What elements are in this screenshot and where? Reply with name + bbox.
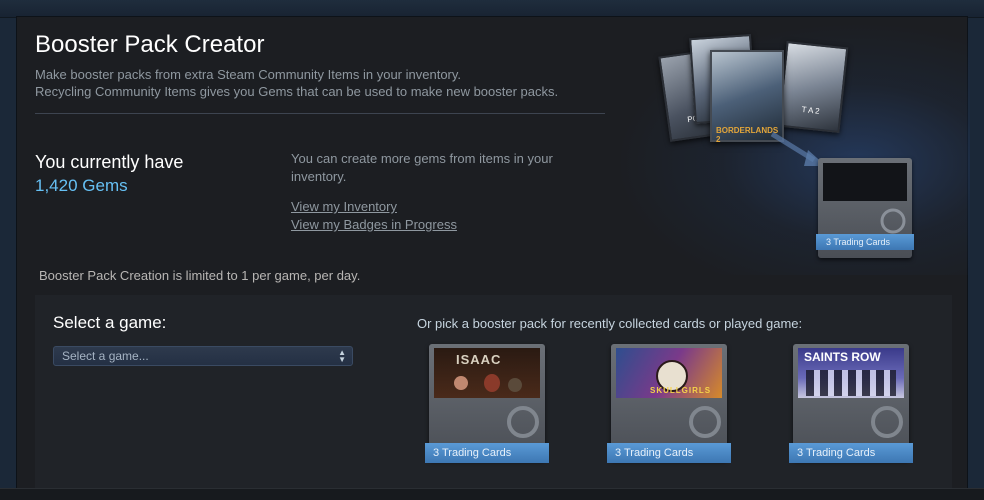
divider (35, 113, 605, 114)
select-game-label: Select a game: (53, 313, 167, 332)
limit-text: Booster Pack Creation is limited to 1 pe… (39, 268, 361, 283)
pack-ribbon: 3 Trading Cards (425, 443, 549, 463)
description-line-1: Make booster packs from extra Steam Comm… (35, 67, 462, 82)
steam-logo-icon (871, 406, 903, 438)
pack-game-title: SKULLGIRLS (650, 386, 712, 395)
pack-game-title: ISAAC (456, 352, 502, 367)
game-select[interactable]: Select a game... ▲ ▼ (53, 346, 353, 366)
booster-pack-isaac[interactable]: ISAAC 3 Trading Cards (425, 344, 549, 468)
pack-art-skullgirls: SKULLGIRLS (616, 348, 722, 398)
more-gems-text: You can create more gems from items in y… (291, 151, 553, 184)
page-description: Make booster packs from extra Steam Comm… (35, 66, 558, 100)
recent-packs-label: Or pick a booster pack for recently coll… (417, 316, 803, 331)
hero-card-4: T A 2 (777, 40, 849, 134)
top-bar (0, 0, 984, 18)
hero-steam-logo-icon (880, 208, 906, 234)
hero-pack-art (823, 163, 907, 201)
view-badges-link[interactable]: View my Badges in Progress (291, 217, 457, 232)
hero-card-4-text: T A 2 (801, 104, 821, 116)
steam-logo-icon (507, 406, 539, 438)
booster-pack-saints-row[interactable]: SAINTS ROW 3 Trading Cards (789, 344, 913, 468)
gem-count: 1,420 Gems (35, 176, 128, 195)
pack-game-title: SAINTS ROW (804, 350, 881, 364)
page-title: Booster Pack Creator (35, 31, 265, 58)
hero-pack-ribbon: 3 Trading Cards (816, 234, 914, 250)
view-inventory-link[interactable]: View my Inventory (291, 199, 397, 214)
hero-card-3: BORDERLANDS 2 (710, 50, 784, 144)
game-select-value: Select a game... (62, 349, 149, 363)
select-arrows-icon: ▲ ▼ (338, 348, 346, 364)
booster-pack-skullgirls[interactable]: SKULLGIRLS 3 Trading Cards (607, 344, 731, 468)
steam-logo-icon (689, 406, 721, 438)
hero-booster-pack: 3 Trading Cards (816, 158, 914, 263)
description-line-2: Recycling Community Items gives you Gems… (35, 84, 559, 99)
pack-ribbon: 3 Trading Cards (607, 443, 731, 463)
pack-art-isaac: ISAAC (434, 348, 540, 398)
gems-label: You currently have (35, 152, 184, 172)
pack-ribbon: 3 Trading Cards (789, 443, 913, 463)
pack-art-saints-row: SAINTS ROW (798, 348, 904, 398)
bottom-bar (0, 488, 984, 500)
